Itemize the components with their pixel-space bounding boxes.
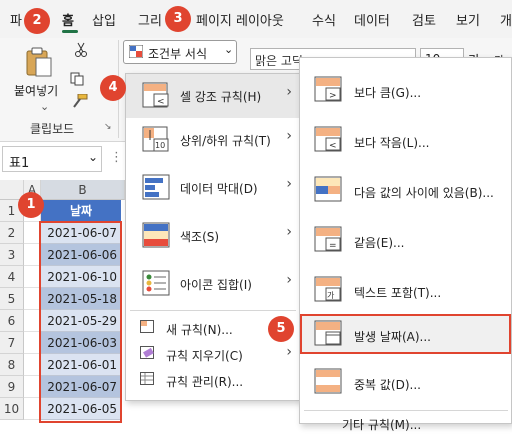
svg-text:<: < [157, 97, 165, 107]
row-header[interactable]: 6 [0, 310, 24, 332]
between-icon [314, 176, 344, 204]
menu-item-icon-sets[interactable]: 아이콘 집합(I) › [126, 262, 300, 306]
conditional-formatting-label: 조건부 서식 [148, 47, 208, 61]
tab-file[interactable]: 파 [10, 10, 22, 29]
svg-text:>: > [329, 91, 337, 101]
clipboard-group-label: 클립보드 [30, 122, 75, 136]
menu-item-manage-rules[interactable]: 규칙 관리(R)... [126, 368, 300, 392]
format-painter-icon[interactable] [72, 93, 88, 108]
col-header-b[interactable]: B [41, 180, 125, 200]
conditional-formatting-button[interactable]: 조건부 서식 ⌄ [123, 40, 237, 64]
step-badge-1: 1 [18, 192, 44, 218]
svg-text:=: = [329, 241, 337, 251]
paste-label[interactable]: 붙여넣기 [14, 82, 58, 99]
menu-separator [304, 410, 508, 411]
menu-item-duplicate-values[interactable]: 중복 값(D)... [300, 362, 511, 406]
row-header[interactable]: 4 [0, 266, 24, 288]
menu-item-between[interactable]: 다음 값의 사이에 있음(B)... [300, 170, 511, 214]
icon-sets-icon [142, 270, 172, 298]
paste-dropdown-chevron-icon[interactable]: ⌄ [40, 100, 49, 113]
submenu-arrow-icon: › [286, 84, 292, 100]
paste-icon[interactable] [24, 46, 54, 78]
svg-text:가: 가 [327, 291, 335, 300]
menu-item-greater-than[interactable]: > 보다 큼(G)... [300, 70, 511, 114]
ribbon-tab-bar: 파 홈 삽입 그리 페이지 레이아웃 수식 데이터 검토 보기 개 [0, 0, 512, 38]
chevron-down-icon: ⌄ [224, 43, 234, 56]
tab-data[interactable]: 데이터 [354, 10, 390, 29]
less-than-icon: < [314, 126, 344, 154]
menu-item-text-contains[interactable]: 가 텍스트 포함(T)... [300, 270, 511, 314]
svg-text:10: 10 [155, 141, 165, 150]
data-bars-icon [142, 174, 172, 202]
step-badge-5: 5 [268, 316, 294, 342]
date-occurring-icon [314, 320, 344, 348]
step-badge-4: 4 [100, 75, 126, 101]
menu-item-data-bars[interactable]: 데이터 막대(D) › [126, 166, 300, 210]
active-tab-indicator [62, 30, 78, 33]
duplicate-values-icon [314, 368, 344, 396]
tab-home[interactable]: 홈 [62, 10, 74, 29]
row-header[interactable]: 2 [0, 222, 24, 244]
manage-rules-icon [140, 372, 154, 385]
clipboard-launcher-icon[interactable]: ↘ [104, 122, 112, 132]
text-contains-icon: 가 [314, 276, 344, 304]
equal-to-icon: = [314, 226, 344, 254]
row-header[interactable]: 3 [0, 244, 24, 266]
row-header[interactable]: 5 [0, 288, 24, 310]
tab-view[interactable]: 보기 [456, 10, 480, 29]
submenu-arrow-icon: › [286, 128, 292, 144]
menu-item-clear-rules[interactable]: 규칙 지우기(C) › [126, 342, 300, 366]
row-header[interactable]: 9 [0, 376, 24, 398]
menu-separator [130, 310, 296, 311]
submenu-arrow-icon: › [286, 224, 292, 240]
greater-than-icon: > [314, 76, 344, 104]
tab-page-layout[interactable]: 페이지 레이아웃 [196, 10, 284, 29]
submenu-arrow-icon: › [286, 272, 292, 288]
svg-text:<: < [329, 141, 337, 151]
tab-insert[interactable]: 삽입 [92, 10, 116, 29]
copy-icon[interactable] [70, 72, 84, 86]
menu-item-top-bottom-rules[interactable]: 10 상위/하위 규칙(T) › [126, 118, 300, 162]
table-header-cell[interactable]: 날짜 [41, 200, 121, 222]
step-badge-3: 3 [165, 6, 191, 32]
submenu-arrow-icon: › [286, 344, 292, 360]
menu-item-color-scales[interactable]: 색조(S) › [126, 214, 300, 258]
color-scales-icon [142, 222, 172, 250]
conditional-formatting-menu: < 셀 강조 규칙(H) › 10 상위/하위 규칙(T) › 데이터 막대(D… [125, 73, 301, 401]
name-box[interactable]: 표1 [2, 146, 102, 172]
menu-item-equal-to[interactable]: = 같음(E)... [300, 220, 511, 264]
row-header[interactable]: 8 [0, 354, 24, 376]
tab-formulas[interactable]: 수식 [312, 10, 336, 29]
row-header[interactable]: 7 [0, 332, 24, 354]
top-bottom-icon: 10 [142, 126, 172, 154]
new-rule-icon [140, 320, 154, 333]
submenu-arrow-icon: › [286, 176, 292, 192]
menu-item-less-than[interactable]: < 보다 작음(L)... [300, 120, 511, 164]
step-badge-2: 2 [24, 8, 50, 34]
cut-icon[interactable] [74, 42, 88, 58]
highlight-cells-submenu: > 보다 큼(G)... < 보다 작음(L)... 다음 값의 사이에 있음(… [299, 57, 512, 432]
data-highlight-outline [39, 221, 122, 423]
tab-draw[interactable]: 그리 [138, 10, 162, 29]
clear-rules-icon [140, 346, 154, 359]
name-box-chevron-icon[interactable]: ⌄ [88, 150, 98, 164]
menu-item-highlight-cells-rules[interactable]: < 셀 강조 규칙(H) › [126, 74, 300, 118]
conditional-formatting-icon [128, 44, 144, 59]
row-header[interactable]: 10 [0, 398, 24, 420]
menu-item-more-rules[interactable]: 기타 규칙(M)... [300, 414, 511, 434]
tab-review[interactable]: 검토 [412, 10, 436, 29]
highlight-cells-icon: < [142, 82, 172, 110]
tab-more[interactable]: 개 [500, 10, 512, 29]
more-options-icon[interactable]: ⋮ [110, 150, 123, 165]
menu-item-date-occurring[interactable]: 발생 날짜(A)... [300, 314, 511, 354]
